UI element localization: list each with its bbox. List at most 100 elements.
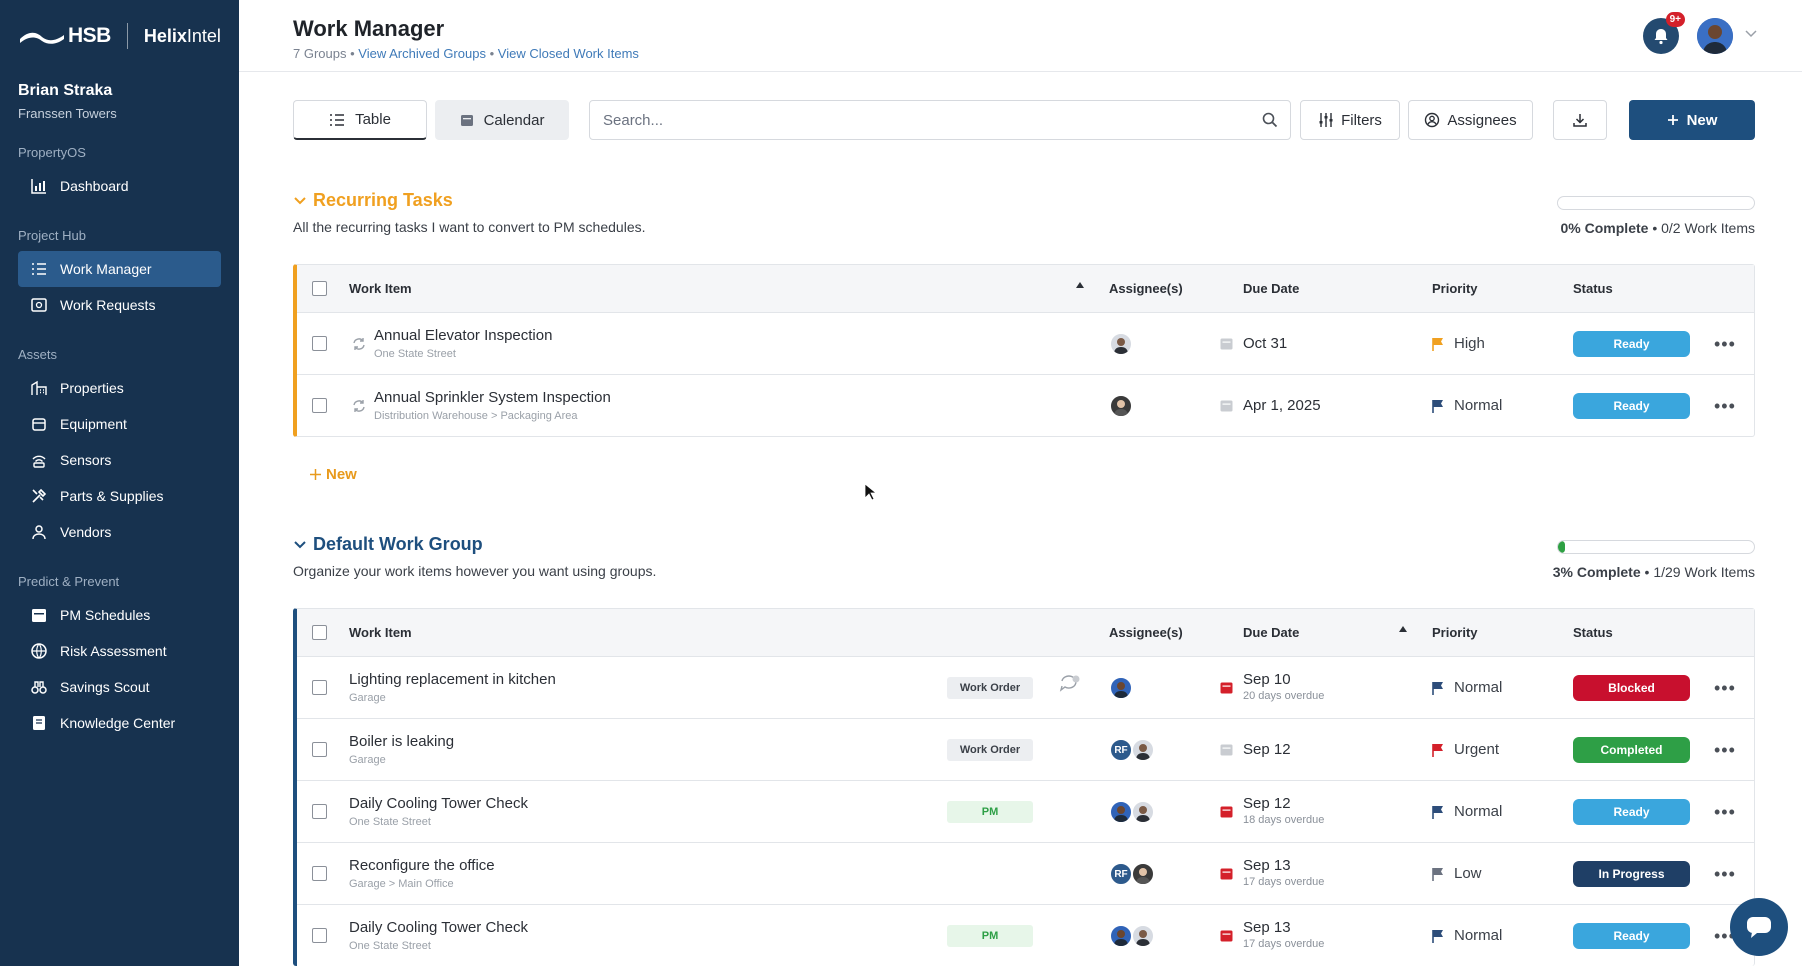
- notifications-button[interactable]: 9+: [1643, 12, 1685, 54]
- column-work-item[interactable]: Work Item: [349, 281, 412, 296]
- column-work-item[interactable]: Work Item: [349, 625, 412, 640]
- priority[interactable]: Normal: [1432, 927, 1502, 944]
- column-status[interactable]: Status: [1573, 281, 1613, 296]
- assignee-avatars[interactable]: [1109, 924, 1155, 948]
- sidebar-item-pm-schedules[interactable]: PM Schedules: [18, 597, 221, 633]
- status-badge[interactable]: Ready: [1573, 799, 1690, 825]
- select-all-checkbox[interactable]: [312, 281, 327, 296]
- sidebar-item-knowledge-center[interactable]: Knowledge Center: [18, 705, 221, 741]
- column-due-date[interactable]: Due Date: [1243, 625, 1299, 640]
- work-item-title[interactable]: Daily Cooling Tower Check: [349, 919, 528, 936]
- column-status[interactable]: Status: [1573, 625, 1613, 640]
- assignee-avatars[interactable]: [1109, 394, 1133, 418]
- chevron-down-icon[interactable]: [293, 540, 307, 550]
- table-row[interactable]: Lighting replacement in kitchen Garage W…: [297, 657, 1754, 719]
- work-item-title[interactable]: Daily Cooling Tower Check: [349, 795, 528, 812]
- sidebar-item-risk-assessment[interactable]: Risk Assessment: [18, 633, 221, 669]
- sort-asc-icon[interactable]: [1076, 282, 1084, 288]
- chevron-down-icon[interactable]: [1745, 30, 1757, 38]
- column-assignees[interactable]: Assignee(s): [1109, 625, 1183, 640]
- priority[interactable]: Normal: [1432, 803, 1502, 820]
- work-item-title[interactable]: Annual Sprinkler System Inspection: [374, 389, 611, 406]
- assignee-avatars[interactable]: [1109, 332, 1133, 356]
- view-closed-work-items-link[interactable]: View Closed Work Items: [498, 46, 639, 61]
- sidebar-item-properties[interactable]: Properties: [18, 370, 221, 406]
- sidebar-item-work-requests[interactable]: Work Requests: [18, 287, 221, 323]
- work-item-title[interactable]: Lighting replacement in kitchen: [349, 671, 556, 688]
- assignee-avatars[interactable]: [1109, 800, 1155, 824]
- column-priority[interactable]: Priority: [1432, 281, 1478, 296]
- row-checkbox[interactable]: [312, 866, 327, 881]
- chevron-down-icon[interactable]: [293, 196, 307, 206]
- sidebar-item-dashboard[interactable]: Dashboard: [18, 168, 221, 204]
- priority[interactable]: High: [1432, 335, 1485, 352]
- status-badge[interactable]: Completed: [1573, 737, 1690, 763]
- table-row[interactable]: Reconfigure the office Garage > Main Off…: [297, 843, 1754, 905]
- table-row[interactable]: Daily Cooling Tower Check One State Stre…: [297, 781, 1754, 843]
- search-field[interactable]: [589, 100, 1291, 140]
- column-priority[interactable]: Priority: [1432, 625, 1478, 640]
- search-input[interactable]: [590, 101, 1290, 139]
- status-badge[interactable]: Blocked: [1573, 675, 1690, 701]
- priority[interactable]: Low: [1432, 865, 1482, 882]
- priority[interactable]: Normal: [1432, 679, 1502, 696]
- more-options-icon[interactable]: •••: [1714, 865, 1736, 883]
- table-row[interactable]: Annual Sprinkler System Inspection Distr…: [297, 375, 1754, 437]
- column-due-date[interactable]: Due Date: [1243, 281, 1299, 296]
- view-archived-groups-link[interactable]: View Archived Groups: [358, 46, 486, 61]
- status-badge[interactable]: Ready: [1573, 331, 1690, 357]
- assignees-button[interactable]: Assignees: [1408, 100, 1533, 140]
- assignee-avatars[interactable]: RF: [1109, 738, 1155, 762]
- table-row[interactable]: Annual Elevator Inspection One State Str…: [297, 313, 1754, 375]
- sidebar-item-equipment[interactable]: Equipment: [18, 406, 221, 442]
- user-block[interactable]: Brian Straka Franssen Towers: [0, 72, 239, 121]
- download-button[interactable]: [1553, 100, 1607, 140]
- add-new-item-button[interactable]: New: [310, 466, 357, 483]
- group-title[interactable]: Default Work Group: [293, 534, 1755, 555]
- user-avatar[interactable]: [1697, 18, 1733, 54]
- hsb-logo: HSB: [20, 24, 111, 48]
- assignee-avatars[interactable]: RF: [1109, 862, 1155, 886]
- new-button[interactable]: New: [1629, 100, 1755, 140]
- row-checkbox[interactable]: [312, 928, 327, 943]
- sidebar-item-vendors[interactable]: Vendors: [18, 514, 221, 550]
- sidebar-item-sensors[interactable]: Sensors: [18, 442, 221, 478]
- row-checkbox[interactable]: [312, 804, 327, 819]
- chat-support-button[interactable]: [1730, 898, 1788, 956]
- sidebar-item-parts-supplies[interactable]: Parts & Supplies: [18, 478, 221, 514]
- sidebar-item-savings-scout[interactable]: Savings Scout: [18, 669, 221, 705]
- sidebar-item-work-manager[interactable]: Work Manager: [18, 251, 221, 287]
- sort-asc-icon[interactable]: [1399, 626, 1407, 632]
- progress-bar: [1557, 540, 1755, 554]
- row-checkbox[interactable]: [312, 398, 327, 413]
- work-item-title[interactable]: Annual Elevator Inspection: [374, 327, 552, 344]
- status-badge[interactable]: Ready: [1573, 923, 1690, 949]
- group-title[interactable]: Recurring Tasks: [293, 190, 1755, 211]
- filters-button[interactable]: Filters: [1300, 100, 1400, 140]
- more-options-icon[interactable]: •••: [1714, 803, 1736, 821]
- search-icon[interactable]: [1262, 112, 1278, 128]
- work-item-location: Garage: [349, 692, 386, 704]
- table-view-button[interactable]: Table: [293, 100, 427, 140]
- brand-logo[interactable]: HSB HelixIntel: [0, 0, 239, 72]
- table-row[interactable]: Boiler is leaking Garage Work Order RF S…: [297, 719, 1754, 781]
- column-assignees[interactable]: Assignee(s): [1109, 281, 1183, 296]
- row-checkbox[interactable]: [312, 742, 327, 757]
- work-item-title[interactable]: Boiler is leaking: [349, 733, 454, 750]
- work-item-title[interactable]: Reconfigure the office: [349, 857, 495, 874]
- more-options-icon[interactable]: •••: [1714, 335, 1736, 353]
- assignee-avatars[interactable]: [1109, 676, 1133, 700]
- more-options-icon[interactable]: •••: [1714, 741, 1736, 759]
- more-options-icon[interactable]: •••: [1714, 679, 1736, 697]
- status-badge[interactable]: In Progress: [1573, 861, 1690, 887]
- priority[interactable]: Normal: [1432, 397, 1502, 414]
- row-checkbox[interactable]: [312, 680, 327, 695]
- comment-icon[interactable]: [1059, 675, 1081, 695]
- row-checkbox[interactable]: [312, 336, 327, 351]
- status-badge[interactable]: Ready: [1573, 393, 1690, 419]
- calendar-view-button[interactable]: Calendar: [435, 100, 569, 140]
- select-all-checkbox[interactable]: [312, 625, 327, 640]
- priority[interactable]: Urgent: [1432, 741, 1499, 758]
- table-row[interactable]: Daily Cooling Tower Check One State Stre…: [297, 905, 1754, 966]
- more-options-icon[interactable]: •••: [1714, 397, 1736, 415]
